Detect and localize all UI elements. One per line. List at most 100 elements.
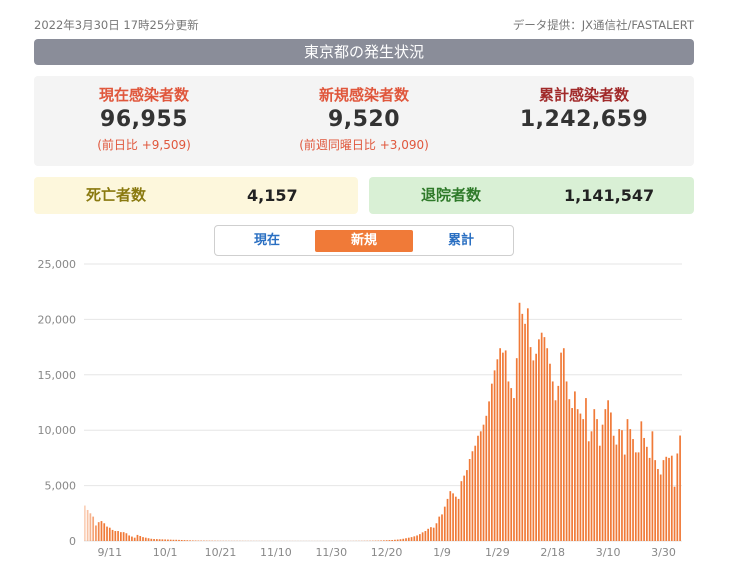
x-tick-label: 2/18 bbox=[540, 546, 565, 559]
bar bbox=[535, 353, 537, 541]
bar bbox=[106, 526, 108, 541]
bar bbox=[626, 419, 629, 541]
bar bbox=[136, 534, 139, 541]
discharged-label: 退院者数 bbox=[421, 186, 482, 204]
discharged-value: 1,141,547 bbox=[564, 186, 655, 205]
discharged-box: 退院者数 1,141,547 bbox=[369, 177, 694, 214]
bar bbox=[189, 540, 191, 541]
bar bbox=[532, 360, 535, 541]
bar bbox=[122, 532, 125, 541]
bar bbox=[515, 358, 518, 541]
stat-current-label: 現在感染者数 bbox=[98, 86, 189, 104]
bar bbox=[557, 385, 560, 541]
bar bbox=[139, 536, 142, 541]
bar bbox=[634, 452, 637, 541]
bar bbox=[385, 540, 388, 541]
bar bbox=[493, 370, 496, 541]
bar bbox=[114, 531, 117, 541]
bar bbox=[131, 536, 133, 541]
x-tick-label: 12/20 bbox=[371, 546, 403, 559]
bar bbox=[629, 429, 632, 541]
bar bbox=[155, 539, 158, 541]
bar bbox=[172, 539, 175, 541]
tab-current[interactable]: 現在 bbox=[218, 230, 316, 252]
bar bbox=[585, 398, 587, 541]
updated-timestamp: 2022年3月30日 17時25分更新 bbox=[34, 18, 199, 32]
y-tick-label: 0 bbox=[69, 535, 76, 548]
bar bbox=[496, 359, 499, 541]
bar bbox=[554, 400, 557, 541]
bar bbox=[670, 455, 673, 541]
bar bbox=[499, 348, 501, 541]
chart-mode-tabs: 現在 新規 累計 bbox=[214, 225, 514, 256]
bar bbox=[504, 350, 507, 541]
bar bbox=[191, 540, 194, 541]
bar bbox=[388, 540, 391, 541]
bar bbox=[452, 493, 454, 541]
bar bbox=[418, 534, 421, 541]
bar bbox=[424, 531, 427, 541]
bar bbox=[576, 409, 579, 541]
bar bbox=[482, 424, 485, 541]
bar bbox=[178, 539, 180, 541]
stat-cumulative: 累計感染者数 1,242,659 bbox=[474, 76, 694, 166]
bar bbox=[640, 421, 643, 541]
bar bbox=[175, 539, 178, 541]
stat-current-change: (前日比 +9,509) bbox=[97, 138, 191, 152]
bar bbox=[169, 539, 172, 541]
tab-new[interactable]: 新規 bbox=[315, 230, 413, 252]
tab-cumulative[interactable]: 累計 bbox=[412, 230, 510, 252]
bar bbox=[421, 532, 424, 541]
bar bbox=[526, 308, 529, 541]
bar bbox=[380, 540, 382, 541]
stat-new: 新規感染者数 9,520 (前週同曜日比 +3,090) bbox=[254, 76, 474, 166]
bar bbox=[651, 431, 654, 541]
bar bbox=[668, 457, 670, 541]
bar bbox=[410, 537, 413, 541]
bar bbox=[607, 400, 609, 541]
bar bbox=[479, 431, 482, 541]
bar bbox=[394, 539, 396, 541]
bar bbox=[596, 419, 598, 541]
bar bbox=[86, 509, 89, 541]
stat-cumulative-label: 累計感染者数 bbox=[538, 86, 629, 104]
bar bbox=[546, 348, 549, 541]
bar bbox=[551, 381, 554, 541]
bar bbox=[676, 453, 679, 541]
stat-new-label: 新規感染者数 bbox=[318, 86, 409, 104]
page-title: 東京都の発生状況 bbox=[34, 39, 694, 65]
bar bbox=[560, 352, 562, 541]
bar bbox=[646, 446, 648, 541]
stats-panel: 現在感染者数 96,955 (前日比 +9,509) 新規感染者数 9,520 … bbox=[34, 76, 694, 166]
bar bbox=[405, 538, 407, 541]
deaths-label: 死亡者数 bbox=[86, 186, 147, 204]
bar bbox=[142, 537, 144, 541]
bar bbox=[147, 538, 150, 541]
bar bbox=[383, 540, 385, 541]
bar bbox=[518, 302, 521, 541]
bar bbox=[621, 430, 623, 541]
meta-row: 2022年3月30日 17時25分更新 データ提供：JX通信社/FASTALER… bbox=[34, 17, 694, 33]
bar bbox=[438, 516, 441, 541]
bar bbox=[502, 352, 504, 541]
bar bbox=[662, 460, 665, 541]
bar bbox=[144, 537, 147, 541]
bar bbox=[579, 413, 582, 541]
bar bbox=[468, 459, 471, 541]
bar bbox=[100, 521, 103, 541]
bar bbox=[402, 538, 405, 541]
bar bbox=[194, 540, 197, 541]
bar bbox=[133, 537, 136, 541]
y-tick-label: 20,000 bbox=[38, 313, 77, 326]
x-tick-label: 11/10 bbox=[260, 546, 292, 559]
bar bbox=[612, 435, 615, 541]
bar bbox=[540, 332, 543, 541]
bar bbox=[391, 540, 394, 541]
x-tick-label: 3/10 bbox=[596, 546, 621, 559]
data-source: データ提供：JX通信社/FASTALERT bbox=[512, 18, 694, 32]
bar bbox=[593, 409, 596, 541]
bar bbox=[477, 435, 479, 541]
bar bbox=[665, 456, 668, 541]
bar bbox=[427, 528, 430, 541]
bar bbox=[637, 452, 640, 541]
